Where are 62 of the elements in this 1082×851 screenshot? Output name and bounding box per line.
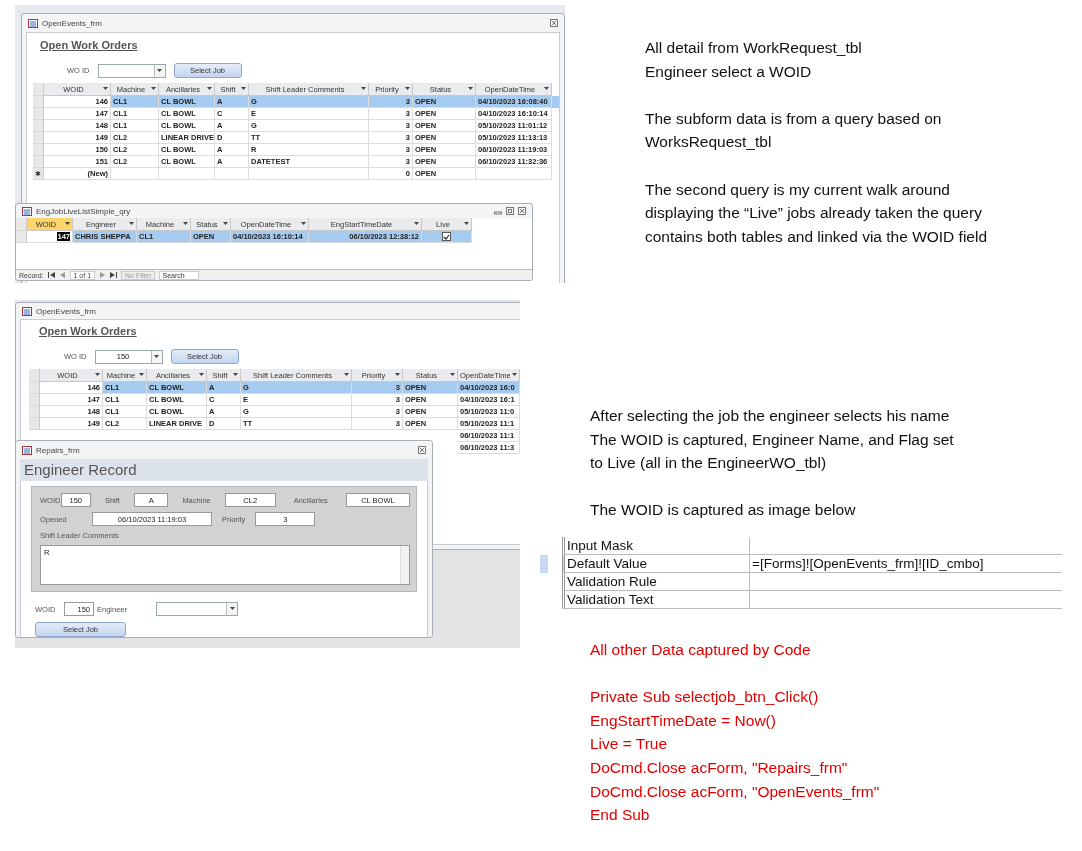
dropdown-caret-icon[interactable] [233, 373, 238, 377]
dropdown-caret-icon[interactable] [207, 87, 212, 91]
table-cell [215, 168, 249, 180]
form-icon [22, 306, 32, 316]
property-name: Input Mask [565, 537, 750, 555]
form-icon [22, 206, 32, 216]
dropdown-caret-icon[interactable] [468, 87, 473, 91]
dropdown-caret-icon[interactable] [405, 87, 410, 91]
window-title: EngJobLiveListSimple_qry [36, 206, 132, 216]
property-name: Validation Rule [565, 573, 750, 591]
note-paragraph: The second query is my current walk around displaying the “Live” jobs already taken the query contains both tables and linked via the WOID field [645, 179, 988, 247]
dropdown-caret-icon[interactable] [223, 222, 228, 226]
dropdown-caret-icon[interactable] [151, 87, 156, 91]
previous-record-icon[interactable] [58, 272, 66, 278]
dropdown-caret-icon[interactable] [544, 87, 549, 91]
property-value[interactable]: =[Forms]![OpenEvents_frm]![ID_cmbo] [750, 555, 1062, 573]
dropdown-caret-icon[interactable] [229, 607, 235, 611]
note-paragraph: All other Data captured by Code [590, 640, 812, 660]
dropdown-caret-icon[interactable] [183, 222, 188, 226]
window-title: OpenEvents_frm [42, 18, 104, 28]
last-record-icon[interactable] [110, 272, 118, 278]
close-icon[interactable] [418, 446, 426, 454]
dropdown-caret-icon[interactable] [95, 373, 100, 377]
dropdown-caret-icon[interactable] [301, 222, 306, 226]
dropdown-caret-icon[interactable] [464, 222, 469, 226]
table-cell [111, 168, 159, 180]
form-heading: Open Work Orders [40, 39, 138, 51]
scrollbar[interactable] [400, 546, 409, 584]
dropdown-caret-icon[interactable] [241, 87, 246, 91]
note-paragraph: All detail from WorkRequest_tbl Engineer select a WOID [645, 38, 863, 82]
dropdown-caret-icon[interactable] [395, 373, 400, 377]
property-name: Validation Text [565, 591, 750, 609]
dropdown-caret-icon[interactable] [154, 354, 159, 359]
form-icon [28, 18, 38, 28]
dropdown-caret-icon[interactable] [139, 373, 144, 377]
window-title: Repairs_frm [36, 445, 81, 455]
dropdown-caret-icon[interactable] [103, 87, 108, 91]
next-record-icon[interactable] [99, 272, 107, 278]
property-name: Default Value [565, 555, 750, 573]
form-heading: Open Work Orders [39, 325, 137, 337]
note-paragraph: After selecting the job the engineer selects his name The WOID is captured, Engineer Name, and Flag set to Live (all in the EngineerWO_tbl) [590, 406, 954, 474]
note-paragraph: The subform data is from a query based on WorksRequest_tbl [645, 108, 943, 153]
dropdown-caret-icon[interactable] [344, 373, 349, 377]
form-header: Engineer Record [20, 459, 428, 481]
dropdown-caret-icon[interactable] [199, 373, 204, 377]
note-paragraph: Private Sub selectjob_btn_Click() EngStartTimeDate = Now() Live = True DoCmd.Close acForm, "Repairs_frm" DoCmd.Close acForm, "OpenEvents_frm" End Sub [590, 687, 880, 826]
dropdown-caret-icon[interactable] [65, 222, 70, 226]
dropdown-caret-icon[interactable] [361, 87, 366, 91]
window-title: OpenEvents_frm [36, 306, 98, 316]
dropdown-caret-icon[interactable] [157, 68, 162, 73]
close-icon[interactable] [550, 19, 558, 27]
live-checkbox[interactable] [442, 232, 451, 241]
dropdown-caret-icon[interactable] [129, 222, 134, 226]
dropdown-caret-icon[interactable] [512, 373, 517, 377]
note-paragraph: The WOID is captured as image below [590, 500, 857, 521]
close-icon[interactable] [518, 207, 526, 215]
restore-icon[interactable] [506, 207, 514, 215]
dropdown-caret-icon[interactable] [414, 222, 419, 226]
dropdown-caret-icon[interactable] [450, 373, 455, 377]
table-cell [159, 168, 215, 180]
first-record-icon[interactable] [47, 272, 55, 278]
form-icon [22, 445, 32, 455]
